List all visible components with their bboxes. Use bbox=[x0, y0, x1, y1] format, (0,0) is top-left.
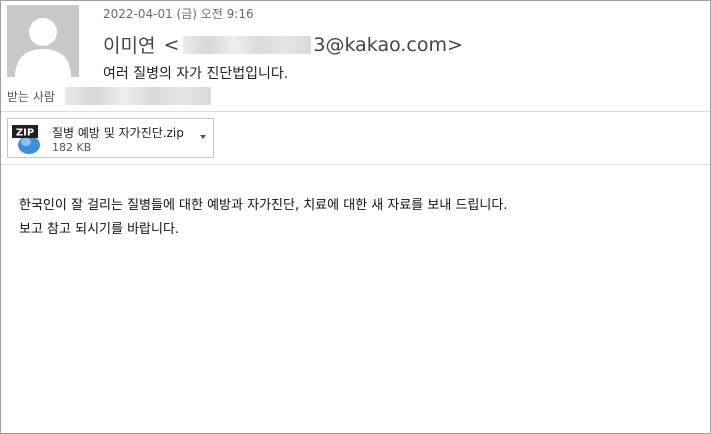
sender-email-domain[interactable]: 3@kakao.com> bbox=[313, 34, 463, 56]
attachment-name: 질병 예방 및 자가진단.zip bbox=[52, 126, 184, 140]
message-date: 2022-04-01 (금) 오전 9:16 bbox=[103, 7, 254, 21]
zip-icon-label: ZIP bbox=[16, 128, 34, 139]
attachment-item[interactable]: ZIP 질병 예방 및 자가진단.zip 182 KB bbox=[7, 118, 214, 158]
sender-email-open: < bbox=[163, 33, 180, 56]
message-subject: 여러 질병의 자가 진단법입니다. bbox=[103, 66, 289, 82]
attachment-divider bbox=[1, 164, 710, 165]
recipient-redacted[interactable] bbox=[64, 87, 211, 105]
zip-file-icon: ZIP bbox=[12, 125, 40, 154]
sender-name[interactable]: 이미연 bbox=[103, 31, 155, 58]
body-line: 보고 참고 되시기를 바랍니다. bbox=[19, 222, 180, 237]
message-body: 한국인이 잘 걸리는 질병들에 대한 예방과 자가진단, 치료에 대한 새 자료… bbox=[19, 194, 699, 242]
recipient-label: 받는 사람 bbox=[7, 89, 55, 104]
recipient-row: 받는 사람 bbox=[7, 87, 211, 105]
person-icon bbox=[7, 5, 79, 77]
sender-avatar bbox=[7, 5, 79, 77]
header-divider bbox=[1, 111, 710, 112]
body-line: 한국인이 잘 걸리는 질병들에 대한 예방과 자가진단, 치료에 대한 새 자료… bbox=[19, 198, 508, 213]
sender-email-redacted bbox=[183, 35, 312, 54]
mail-window: 2022-04-01 (금) 오전 9:16 이미연 < 3@kakao.com… bbox=[0, 0, 711, 434]
message-header: 2022-04-01 (금) 오전 9:16 이미연 < 3@kakao.com… bbox=[1, 1, 710, 111]
sender-line: 이미연 < 3@kakao.com> bbox=[103, 31, 463, 58]
attachment-size: 182 KB bbox=[52, 141, 92, 154]
attachment-menu-arrow-icon[interactable] bbox=[200, 135, 206, 139]
